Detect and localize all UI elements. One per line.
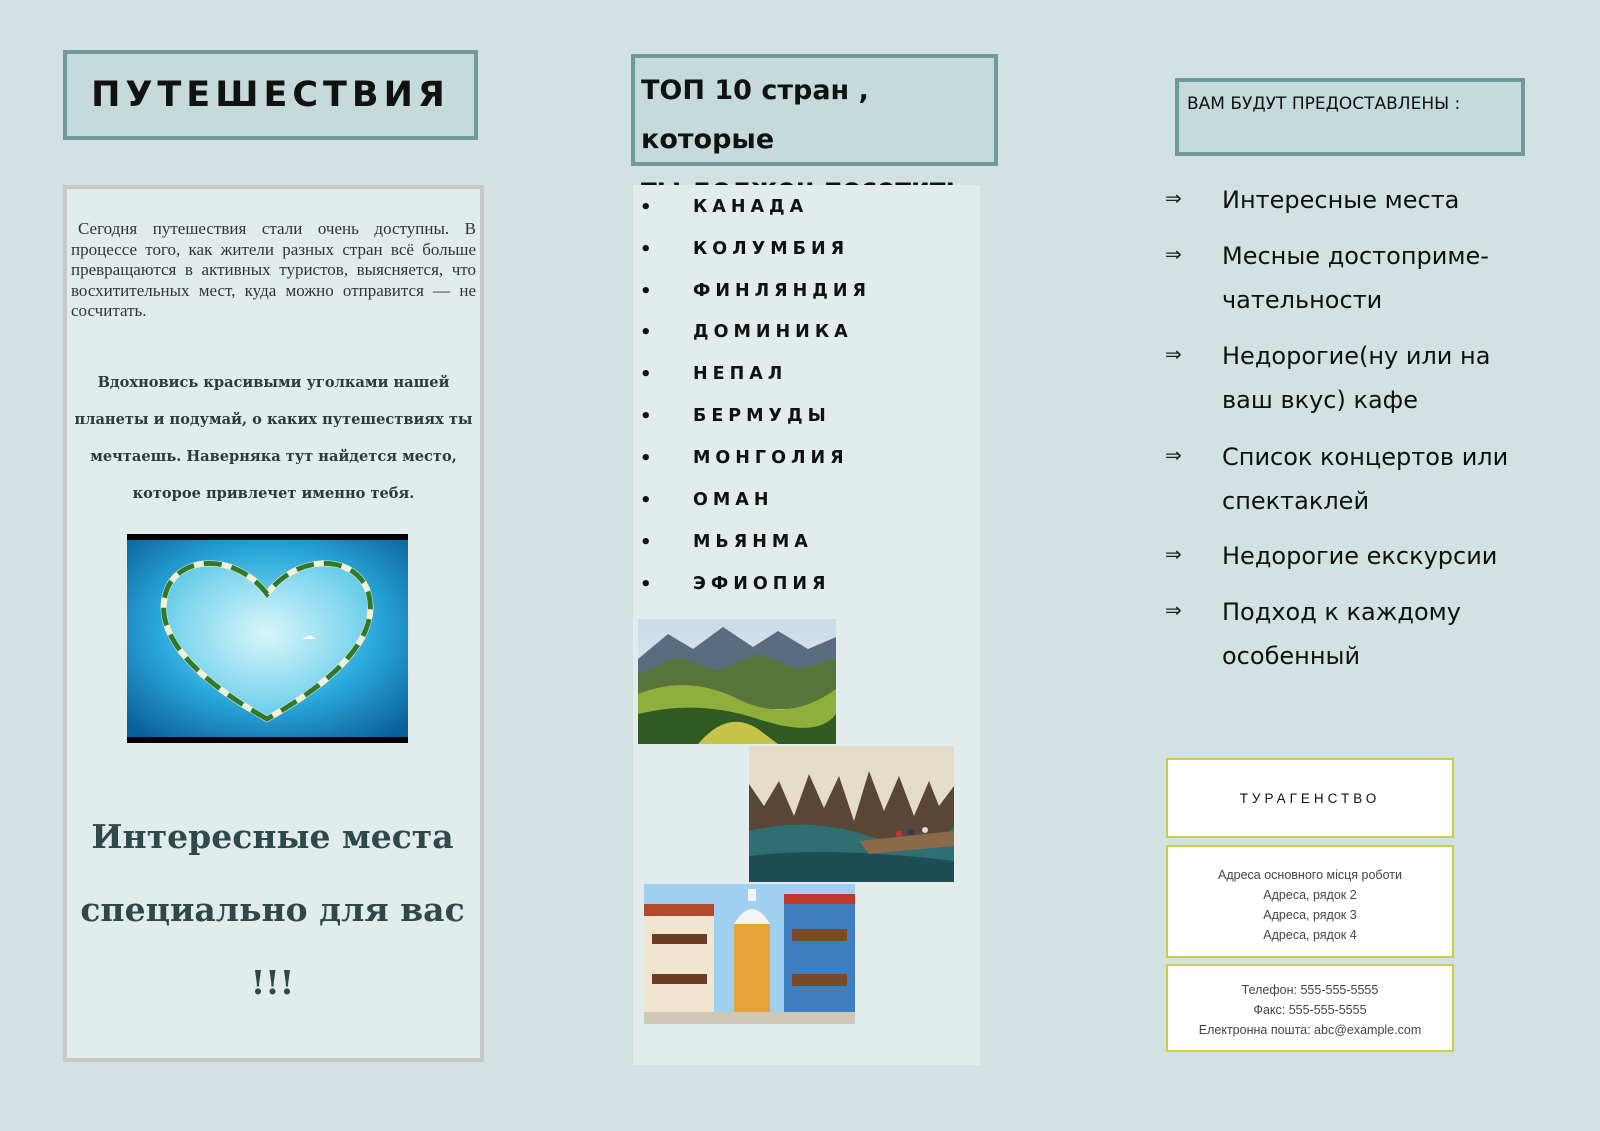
bullet-icon: • bbox=[640, 574, 652, 595]
heart-island-illustration bbox=[127, 534, 408, 743]
mountains-illustration bbox=[638, 619, 836, 744]
brochure-title: ПУТЕШЕСТВИЯ bbox=[91, 75, 450, 115]
cave-photo bbox=[749, 746, 954, 882]
agency-address-box: Адреса основного місця роботи Адреса, ря… bbox=[1166, 845, 1454, 958]
double-arrow-icon: ⇒ bbox=[1165, 186, 1182, 210]
address-line: Адреса, рядок 4 bbox=[1263, 928, 1357, 942]
top10-heading-box: ТОП 10 стран , которые ты должен посетит… bbox=[631, 54, 998, 204]
country-name: НЕПАЛ bbox=[693, 364, 788, 384]
intro-paragraph: Сегодня путешествия стали очень доступны… bbox=[71, 219, 476, 320]
double-arrow-icon: ⇒ bbox=[1165, 542, 1182, 566]
bullet-icon: • bbox=[640, 406, 652, 427]
inspire-paragraph: Вдохновись красивыми уголками нашей план… bbox=[74, 374, 473, 502]
benefit-text: Список концертов или спектаклей bbox=[1222, 443, 1509, 515]
country-name: МОНГОЛИЯ bbox=[693, 448, 849, 468]
phone-text: Телефон: 555-555-5555 bbox=[1241, 983, 1379, 997]
double-arrow-icon: ⇒ bbox=[1165, 598, 1182, 622]
bullet-icon: • bbox=[640, 490, 652, 511]
email-text: Електронна пошта: abc@example.com bbox=[1198, 1023, 1422, 1037]
bullet-icon: • bbox=[640, 322, 652, 343]
benefit-text: Недорогие екскурсии bbox=[1222, 542, 1498, 570]
mountains-photo bbox=[638, 619, 836, 744]
top10-heading-line1: ТОП 10 стран , которые bbox=[641, 75, 869, 155]
bullet-icon: • bbox=[640, 532, 652, 553]
country-name: ФИНЛЯНДИЯ bbox=[693, 281, 872, 301]
bullet-icon: • bbox=[640, 364, 652, 385]
city-illustration bbox=[644, 884, 855, 1024]
address-line: Адреса, рядок 3 bbox=[1263, 908, 1357, 922]
title-box: ПУТЕШЕСТВИЯ bbox=[63, 50, 478, 140]
address-line: Адреса, рядок 2 bbox=[1263, 888, 1357, 902]
slogan: Интересные места специально для вас !!! bbox=[80, 817, 465, 1002]
address-line: Адреса основного місця роботи bbox=[1218, 868, 1402, 882]
double-arrow-icon: ⇒ bbox=[1165, 443, 1182, 467]
country-name: КАНАДА bbox=[693, 197, 809, 217]
country-name: БЕРМУДЫ bbox=[693, 406, 831, 426]
country-name: ЭФИОПИЯ bbox=[693, 574, 831, 594]
country-name: ДОМИНИКА bbox=[693, 322, 853, 342]
country-name: КОЛУМБИЯ bbox=[693, 239, 850, 259]
heart-island-image bbox=[127, 534, 408, 743]
city-photo bbox=[644, 884, 855, 1024]
benefit-text: Интересные места bbox=[1222, 186, 1460, 214]
double-arrow-icon: ⇒ bbox=[1165, 242, 1182, 266]
fax-text: Факс: 555-555-5555 bbox=[1253, 1003, 1367, 1017]
agency-title-box: ТУРАГЕНСТВО bbox=[1166, 758, 1454, 838]
bullet-icon: • bbox=[640, 239, 652, 260]
bullet-icon: • bbox=[640, 197, 652, 218]
benefit-text: Подход к каждому особенный bbox=[1222, 598, 1461, 670]
agency-title: ТУРАГЕНСТВО bbox=[1239, 790, 1381, 806]
agency-contacts-box: Телефон: 555-555-5555 Факс: 555-555-5555… bbox=[1166, 964, 1454, 1052]
bullet-icon: • bbox=[640, 448, 652, 469]
bullet-icon: • bbox=[640, 281, 652, 302]
cave-illustration bbox=[749, 746, 954, 882]
country-name: ОМАН bbox=[693, 490, 774, 510]
provided-heading-box: ВАМ БУДУТ ПРЕДОСТАВЛЕНЫ : bbox=[1175, 78, 1525, 156]
country-name: МЬЯНМА bbox=[693, 532, 813, 552]
benefit-text: Месные достоприме-чательности bbox=[1222, 242, 1489, 314]
benefit-text: Недорогие(ну или на ваш вкус) кафе bbox=[1222, 342, 1491, 414]
double-arrow-icon: ⇒ bbox=[1165, 342, 1182, 366]
